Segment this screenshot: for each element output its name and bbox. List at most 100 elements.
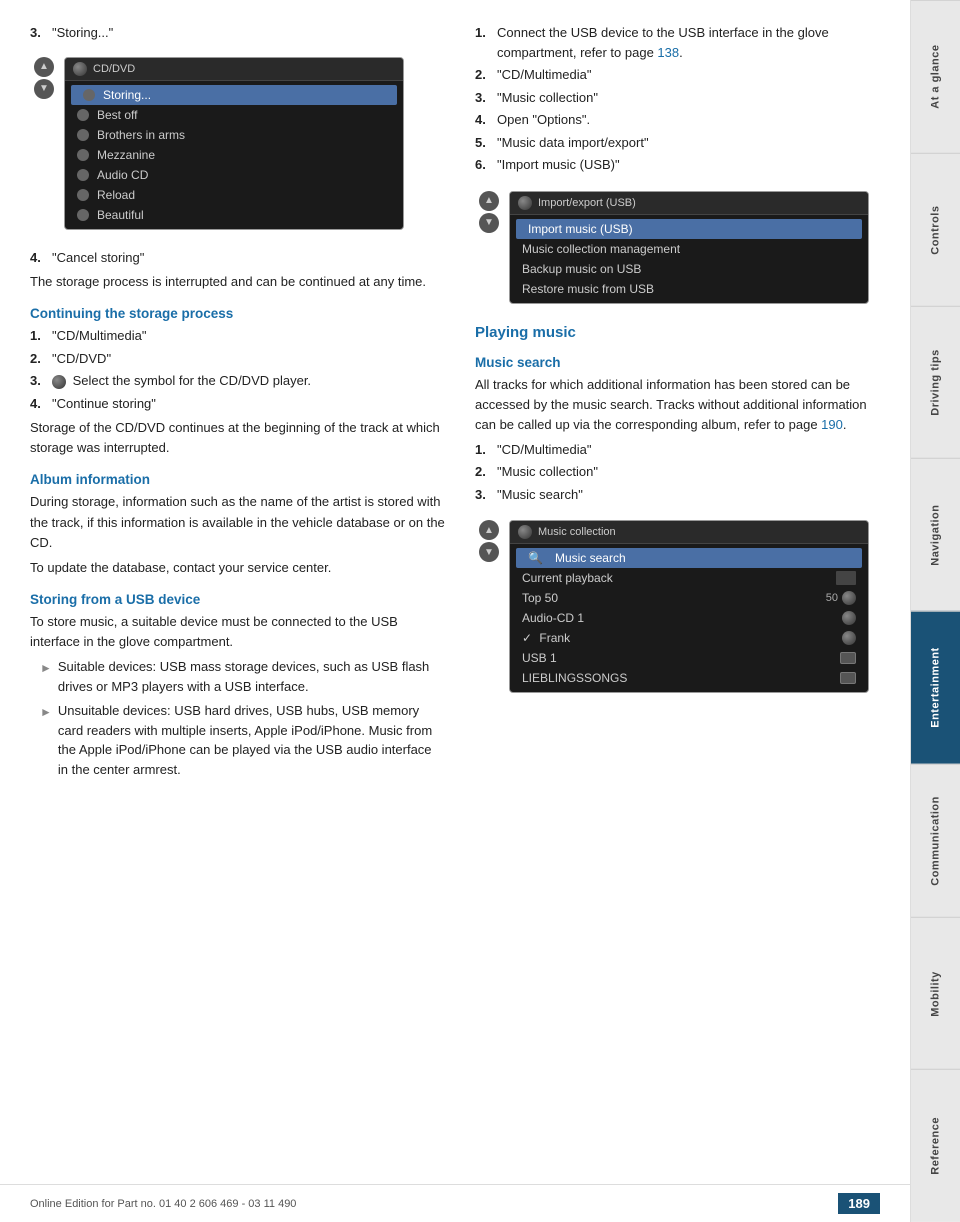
step-4: 4. "Cancel storing" (30, 248, 445, 268)
sidebar-tab-controls[interactable]: Controls (911, 153, 960, 306)
r-step-3: 3. "Music collection" (475, 88, 890, 108)
audio-cd-item: Audio CD (65, 165, 403, 185)
import-nav-up[interactable]: ▲ (479, 191, 499, 211)
sidebar-tab-navigation[interactable]: Navigation (911, 458, 960, 611)
backup-music-item: Backup music on USB (510, 259, 868, 279)
beautiful-item: Beautiful (65, 205, 403, 225)
music-collection-mgmt-item: Music collection management (510, 239, 868, 259)
nav-arrows-left: ▲ ▼ (30, 49, 58, 107)
r-step-1-text: Connect the USB device to the USB interf… (497, 23, 890, 62)
sidebar-tab-at-a-glance[interactable]: At a glance (911, 0, 960, 153)
c-step-3: 3. Select the symbol for the CD/DVD play… (30, 371, 445, 391)
r-step-5-num: 5. (475, 133, 493, 153)
page-wrapper: 3. "Storing..." ▲ ▼ CD/DVD (0, 0, 960, 1222)
c-step-3-num: 3. (30, 371, 48, 391)
music-search-item: 🔍 Music search (516, 548, 862, 568)
mezzanine-icon (77, 149, 89, 161)
playing-music-heading: Playing music (475, 324, 890, 341)
sidebar-tab-communication[interactable]: Communication (911, 764, 960, 917)
r-step-6: 6. "Import music (USB)" (475, 155, 890, 175)
import-title-text: Import/export (USB) (538, 197, 636, 209)
c-step-1-text: "CD/Multimedia" (52, 326, 146, 346)
ms-step-3: 3. "Music search" (475, 485, 890, 505)
cd-dvd-title-bar: CD/DVD (65, 58, 403, 81)
import-title-bar: Import/export (USB) (510, 192, 868, 215)
r-step-1-num: 1. (475, 23, 493, 62)
page-number: 189 (838, 1193, 880, 1214)
page-190-link[interactable]: 190 (821, 417, 843, 432)
album-info-heading: Album information (30, 472, 445, 487)
import-menu: Import music (USB) Music collection mana… (510, 215, 868, 303)
import-title-icon (518, 196, 532, 210)
cd-dvd-screenshot-container: ▲ ▼ CD/DVD Storing... (30, 49, 445, 240)
bullet-arrow-2: ► (40, 703, 52, 721)
bullet-arrow-1: ► (40, 659, 52, 677)
usb-storing-heading: Storing from a USB device (30, 592, 445, 607)
step-3: 3. "Storing..." (30, 23, 445, 43)
continuing-heading: Continuing the storage process (30, 306, 445, 321)
album-info-para1: During storage, information such as the … (30, 492, 445, 552)
right-column: 1. Connect the USB device to the USB int… (470, 20, 890, 1182)
music-col-title: Music collection (538, 526, 616, 538)
r-step-3-text: "Music collection" (497, 88, 598, 108)
ms-step-2-num: 2. (475, 462, 493, 482)
sidebar-tab-mobility[interactable]: Mobility (911, 917, 960, 1070)
c-step-4: 4. "Continue storing" (30, 394, 445, 414)
step-4-number: 4. (30, 248, 48, 268)
music-col-nav-up[interactable]: ▲ (479, 520, 499, 540)
footer-text: Online Edition for Part no. 01 40 2 606 … (30, 1198, 296, 1210)
best-off-item: Best off (65, 105, 403, 125)
c-step-1: 1. "CD/Multimedia" (30, 326, 445, 346)
ms-step-3-text: "Music search" (497, 485, 583, 505)
main-content: 3. "Storing..." ▲ ▼ CD/DVD (0, 0, 910, 1222)
ms-step-2-text: "Music collection" (497, 462, 598, 482)
sidebar-tab-driving-tips[interactable]: Driving tips (911, 306, 960, 459)
frank-checkmark: ✓ (522, 631, 532, 645)
ms-step-1-num: 1. (475, 440, 493, 460)
lieblingssongs-folder-icon (840, 672, 856, 684)
cancel-storing-para: The storage process is interrupted and c… (30, 272, 445, 292)
r-step-6-text: "Import music (USB)" (497, 155, 620, 175)
cd-symbol-icon (52, 375, 66, 389)
page-footer: Online Edition for Part no. 01 40 2 606 … (0, 1184, 910, 1222)
import-nav-down[interactable]: ▼ (479, 213, 499, 233)
music-collection-container: ▲ ▼ Music collection 🔍 Music search (475, 512, 890, 703)
continue-storing-para: Storage of the CD/DVD continues at the b… (30, 418, 445, 458)
ms-step-2: 2. "Music collection" (475, 462, 890, 482)
audio-cd-1-row: Audio-CD 1 (510, 608, 868, 628)
bullet-suitable-text: Suitable devices: USB mass storage devic… (58, 657, 445, 696)
cd-title-icon (73, 62, 87, 76)
storing-item: Storing... (71, 85, 397, 105)
storing-icon (83, 89, 95, 101)
brothers-icon (77, 129, 89, 141)
top-50-row: Top 50 50 (510, 588, 868, 608)
sidebar-tab-reference[interactable]: Reference (911, 1069, 960, 1222)
bullet-suitable: ► Suitable devices: USB mass storage dev… (40, 657, 445, 696)
beautiful-icon (77, 209, 89, 221)
usb-1-row: USB 1 (510, 648, 868, 668)
c-step-2-text: "CD/DVD" (52, 349, 111, 369)
c-step-1-num: 1. (30, 326, 48, 346)
nav-up-arrow[interactable]: ▲ (34, 57, 54, 77)
page-138-link[interactable]: 138 (657, 45, 679, 60)
nav-down-arrow[interactable]: ▼ (34, 79, 54, 99)
r-step-2-text: "CD/Multimedia" (497, 65, 591, 85)
search-icon: 🔍 (528, 551, 543, 565)
audio-cd-icon (77, 169, 89, 181)
brothers-item: Brothers in arms (65, 125, 403, 145)
c-step-2-num: 2. (30, 349, 48, 369)
music-col-nav-arrows: ▲ ▼ (475, 512, 503, 570)
import-nav-arrows: ▲ ▼ (475, 183, 503, 241)
step-3-text: "Storing..." (52, 23, 113, 43)
frank-row: ✓ Frank (510, 628, 868, 648)
bullet-unsuitable-text: Unsuitable devices: USB hard drives, USB… (58, 701, 445, 779)
album-info-para2: To update the database, contact your ser… (30, 558, 445, 578)
sidebar-tab-entertainment[interactable]: Entertainment (911, 611, 960, 764)
reload-item: Reload (65, 185, 403, 205)
usb-1-folder-icon (840, 652, 856, 664)
music-col-nav-down[interactable]: ▼ (479, 542, 499, 562)
audio-cd-1-icon (842, 611, 856, 625)
music-search-para: All tracks for which additional informat… (475, 375, 890, 435)
r-step-1: 1. Connect the USB device to the USB int… (475, 23, 890, 62)
r-step-4: 4. Open "Options". (475, 110, 890, 130)
